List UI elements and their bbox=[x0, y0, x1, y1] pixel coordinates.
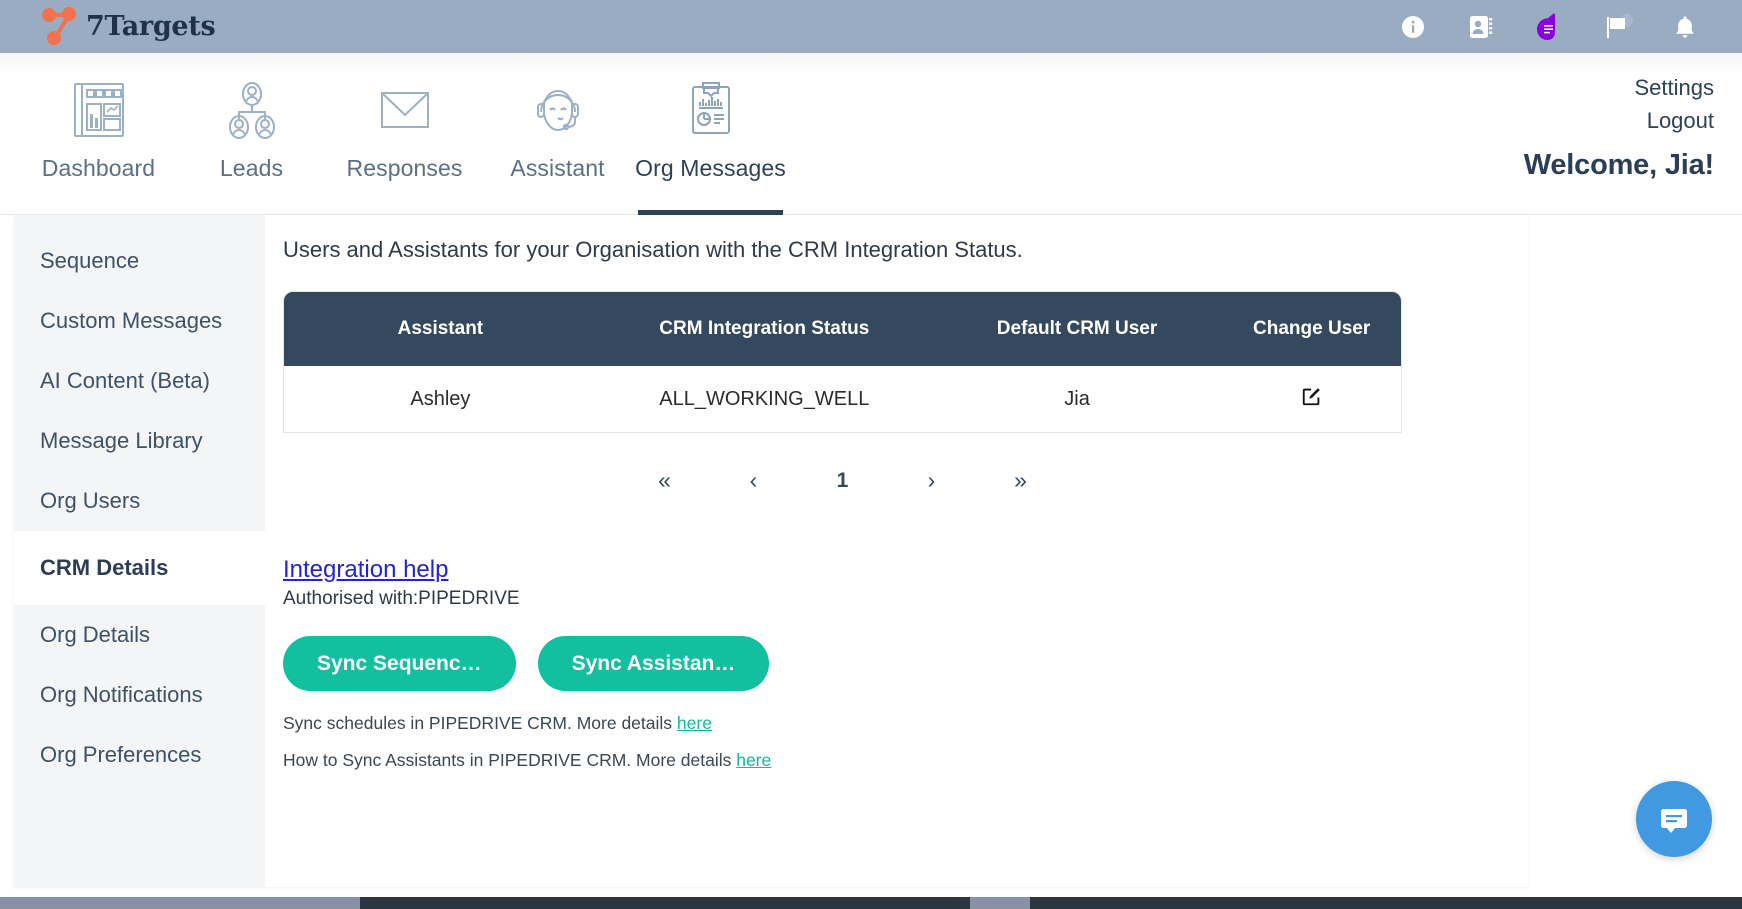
sidebar-item-sequence[interactable]: Sequence bbox=[14, 231, 265, 291]
top-bar: 7Targets bbox=[0, 0, 1742, 53]
pagination-next-button[interactable]: › bbox=[887, 467, 976, 494]
sidebar-item-label: Sequence bbox=[40, 248, 139, 274]
integration-help-link[interactable]: Integration help bbox=[283, 556, 448, 584]
content-shell: Sequence Custom Messages AI Content (Bet… bbox=[14, 215, 1528, 887]
sidebar-item-org-notifications[interactable]: Org Notifications bbox=[14, 665, 265, 725]
sidebar-item-message-library[interactable]: Message Library bbox=[14, 411, 265, 471]
nav-tab-responses[interactable]: Responses bbox=[328, 53, 481, 215]
seven-targets-mark-icon bbox=[38, 7, 80, 47]
pagination-current-page[interactable]: 1 bbox=[798, 469, 887, 493]
table-row: Ashley ALL_WORKING_WELL Jia bbox=[284, 366, 1401, 432]
clipboard-chart-icon bbox=[675, 71, 747, 149]
sidebar-item-label: Org Preferences bbox=[40, 742, 201, 768]
sidebar-item-label: CRM Details bbox=[40, 555, 168, 581]
envelope-icon bbox=[369, 71, 441, 149]
cell-assistant: Ashley bbox=[284, 366, 597, 432]
column-header-default-crm-user: Default CRM User bbox=[932, 292, 1222, 366]
sync-assistants-button[interactable]: Sync Assistan… bbox=[538, 636, 770, 691]
authorised-with-text: Authorised with:PIPEDRIVE bbox=[283, 588, 1498, 610]
headset-icon bbox=[522, 71, 594, 149]
pagination-previous-button[interactable]: ‹ bbox=[709, 467, 798, 494]
nav-right-group: Settings Logout Welcome, Jia! bbox=[1524, 53, 1742, 182]
table-header-row: Assistant CRM Integration Status Default… bbox=[284, 292, 1401, 366]
leads-icon bbox=[216, 71, 288, 149]
cell-default-crm-user: Jia bbox=[932, 366, 1222, 432]
chat-bubble-icon bbox=[1656, 801, 1692, 837]
scrollbar-thumb-right[interactable] bbox=[970, 897, 1030, 909]
welcome-message: Welcome, Jia! bbox=[1524, 149, 1714, 182]
sidebar-item-org-users[interactable]: Org Users bbox=[14, 471, 265, 531]
bell-icon[interactable] bbox=[1670, 12, 1700, 42]
chat-launcher-button[interactable] bbox=[1636, 781, 1712, 857]
settings-sidebar: Sequence Custom Messages AI Content (Bet… bbox=[14, 215, 265, 887]
pagination-last-button[interactable]: » bbox=[976, 467, 1065, 494]
sidebar-item-crm-details[interactable]: CRM Details bbox=[14, 531, 265, 605]
scrollbar-thumb-left[interactable] bbox=[0, 897, 360, 909]
dashboard-icon bbox=[63, 71, 135, 149]
nav-tab-label: Responses bbox=[347, 155, 463, 182]
info-icon[interactable] bbox=[1398, 12, 1428, 42]
sidebar-item-label: Message Library bbox=[40, 428, 203, 454]
logout-link[interactable]: Logout bbox=[1524, 104, 1714, 137]
edit-pencil-icon[interactable] bbox=[1301, 385, 1323, 407]
purple-d-logo-icon[interactable] bbox=[1534, 12, 1564, 42]
sidebar-item-label: Org Users bbox=[40, 488, 140, 514]
sidebar-item-org-details[interactable]: Org Details bbox=[14, 605, 265, 665]
sync-schedules-here-link[interactable]: here bbox=[677, 713, 712, 733]
nav-tab-label: Assistant bbox=[510, 155, 604, 182]
column-header-change-user: Change User bbox=[1222, 292, 1401, 366]
column-header-crm-integration-status: CRM Integration Status bbox=[597, 292, 932, 366]
nav-tab-label: Leads bbox=[220, 155, 283, 182]
sync-assistants-here-link[interactable]: here bbox=[736, 750, 771, 770]
sidebar-item-custom-messages[interactable]: Custom Messages bbox=[14, 291, 265, 351]
sync-button-row: Sync Sequenc… Sync Assistan… bbox=[283, 636, 1498, 691]
page-body: Sequence Custom Messages AI Content (Bet… bbox=[0, 215, 1742, 909]
bottom-scrollbar-strip[interactable] bbox=[0, 897, 1742, 909]
settings-link[interactable]: Settings bbox=[1524, 71, 1714, 104]
main-navigation: Dashboard Leads bbox=[0, 53, 1742, 215]
brand-name: 7Targets bbox=[86, 11, 215, 42]
page-title: Users and Assistants for your Organisati… bbox=[283, 237, 1498, 263]
sync-schedules-note: Sync schedules in PIPEDRIVE CRM. More de… bbox=[283, 713, 1498, 734]
integration-section: Integration help Authorised with:PIPEDRI… bbox=[283, 556, 1498, 771]
nav-tab-org-messages[interactable]: Org Messages bbox=[634, 53, 787, 215]
sidebar-item-label: Org Notifications bbox=[40, 682, 203, 708]
nav-tab-dashboard[interactable]: Dashboard bbox=[22, 53, 175, 215]
nav-tab-label: Org Messages bbox=[635, 155, 786, 182]
sidebar-item-ai-content[interactable]: AI Content (Beta) bbox=[14, 351, 265, 411]
sidebar-item-label: Custom Messages bbox=[40, 308, 222, 334]
crm-status-table: Assistant CRM Integration Status Default… bbox=[283, 291, 1402, 433]
nav-tab-assistant[interactable]: Assistant bbox=[481, 53, 634, 215]
cell-change-user bbox=[1222, 366, 1401, 432]
sync-schedules-note-text: Sync schedules in PIPEDRIVE CRM. More de… bbox=[283, 713, 677, 733]
nav-tab-label: Dashboard bbox=[42, 155, 155, 182]
pagination-first-button[interactable]: « bbox=[620, 467, 709, 494]
flag-icon[interactable] bbox=[1602, 12, 1632, 42]
sidebar-item-label: AI Content (Beta) bbox=[40, 368, 210, 394]
crm-details-panel: Users and Assistants for your Organisati… bbox=[265, 215, 1528, 887]
table-pagination: « ‹ 1 › » bbox=[283, 467, 1402, 494]
column-header-assistant: Assistant bbox=[284, 292, 597, 366]
sidebar-item-label: Org Details bbox=[40, 622, 150, 648]
sync-assistants-note: How to Sync Assistants in PIPEDRIVE CRM.… bbox=[283, 750, 1498, 771]
sidebar-item-org-preferences[interactable]: Org Preferences bbox=[14, 725, 265, 785]
top-bar-icon-group bbox=[1398, 12, 1716, 42]
nav-tab-list: Dashboard Leads bbox=[0, 53, 787, 215]
sync-assistants-note-text: How to Sync Assistants in PIPEDRIVE CRM.… bbox=[283, 750, 736, 770]
sync-sequences-button[interactable]: Sync Sequenc… bbox=[283, 636, 516, 691]
cell-crm-integration-status: ALL_WORKING_WELL bbox=[597, 366, 932, 432]
contact-card-icon[interactable] bbox=[1466, 12, 1496, 42]
nav-tab-leads[interactable]: Leads bbox=[175, 53, 328, 215]
brand-logo[interactable]: 7Targets bbox=[38, 7, 215, 47]
